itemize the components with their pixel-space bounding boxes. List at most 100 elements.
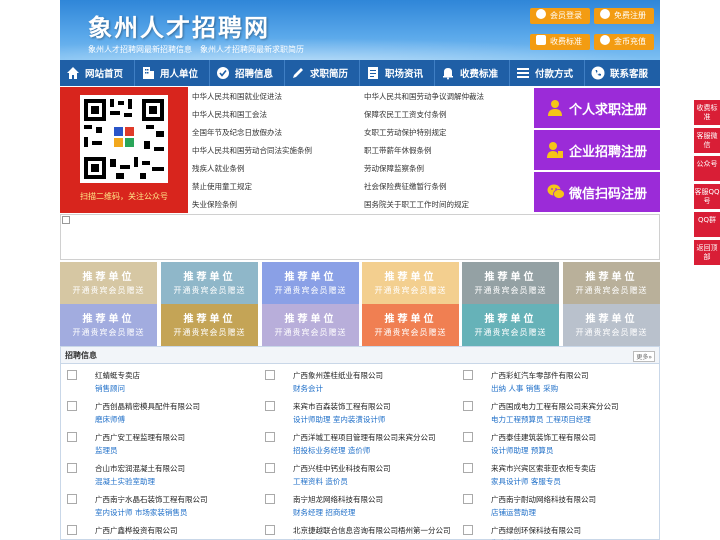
company-register-button[interactable]: 企业招聘注册 <box>534 130 660 170</box>
company-logo-image[interactable] <box>265 370 275 380</box>
site-title[interactable]: 象州人才招聘网 <box>88 8 270 43</box>
job-positions-link[interactable]: 销售顾问 <box>95 383 125 394</box>
recommended-company-tile[interactable]: 推荐单位 开通贵宾会员赠送 <box>462 304 559 346</box>
law-link[interactable]: 失业保险条例 <box>192 196 237 214</box>
company-name-link[interactable]: 广西绿创环保科技有限公司 <box>491 525 581 536</box>
pricing-button[interactable]: 收费标准 <box>530 34 590 50</box>
company-logo-image[interactable] <box>265 401 275 411</box>
job-positions-link[interactable]: 设计师助理 室内装潢设计师 <box>293 414 385 425</box>
more-link[interactable]: 更多» <box>633 351 655 362</box>
company-name-link[interactable]: 广西兴桂中钙业科技有限公司 <box>293 463 391 474</box>
job-positions-link[interactable]: 财务会计 <box>293 383 323 394</box>
company-logo-image[interactable] <box>67 432 77 442</box>
company-logo-image[interactable] <box>67 370 77 380</box>
job-positions-link[interactable]: 室内设计师 市场家装销售员 <box>95 507 187 518</box>
nav-pricing[interactable]: 收费标准 <box>435 60 509 86</box>
company-logo-image[interactable] <box>67 525 77 535</box>
job-positions-link[interactable]: 磨床师傅 <box>95 414 125 425</box>
law-link[interactable]: 女职工劳动保护特别规定 <box>364 124 447 142</box>
ad-banner[interactable] <box>60 214 660 260</box>
nav-employers[interactable]: 用人单位 <box>135 60 209 86</box>
recommended-company-tile[interactable]: 推荐单位 开通贵宾会员赠送 <box>161 262 258 304</box>
recommended-company-tile[interactable]: 推荐单位 开通贵宾会员赠送 <box>60 304 157 346</box>
company-logo-image[interactable] <box>67 401 77 411</box>
company-logo-image[interactable] <box>265 463 275 473</box>
nav-resumes[interactable]: 求职简历 <box>285 60 359 86</box>
login-button[interactable]: 会员登录 <box>530 8 590 24</box>
job-positions-link[interactable]: 工程资料 造价员 <box>293 476 348 487</box>
recommended-company-tile[interactable]: 推荐单位 开通贵宾会员赠送 <box>563 262 660 304</box>
law-link[interactable]: 中华人民共和国劳动争议调解仲裁法 <box>364 88 484 106</box>
float-button[interactable]: 客服QQ号 <box>694 184 720 209</box>
float-button[interactable]: 客服微信 <box>694 128 720 153</box>
company-logo-image[interactable] <box>67 463 77 473</box>
company-logo-image[interactable] <box>67 494 77 504</box>
company-name-link[interactable]: 广西南宁耐动网络科技有限公司 <box>491 494 596 505</box>
company-name-link[interactable]: 合山市宏润混凝土有限公司 <box>95 463 185 474</box>
company-logo-image[interactable] <box>463 401 473 411</box>
law-link[interactable]: 中华人民共和国就业促进法 <box>192 88 282 106</box>
company-name-link[interactable]: 广西南宁水晶石装饰工程有限公司 <box>95 494 208 505</box>
personal-register-button[interactable]: 个人求职注册 <box>534 88 660 128</box>
job-positions-link[interactable]: 财务经理 招商经理 <box>293 507 355 518</box>
company-logo-image[interactable] <box>265 432 275 442</box>
job-positions-link[interactable]: 混凝土实验室助理 <box>95 476 155 487</box>
company-logo-image[interactable] <box>463 370 473 380</box>
company-logo-image[interactable] <box>463 494 473 504</box>
nav-home[interactable]: 网站首页 <box>60 60 134 86</box>
job-positions-link[interactable]: 监理员 <box>95 445 118 456</box>
recommended-company-tile[interactable]: 推荐单位 开通贵宾会员赠送 <box>60 262 157 304</box>
nav-support[interactable]: 联系客服 <box>585 60 659 86</box>
nav-jobs[interactable]: 招聘信息 <box>210 60 284 86</box>
nav-news[interactable]: 职场资讯 <box>360 60 434 86</box>
float-button[interactable]: 收费标准 <box>694 100 720 125</box>
company-logo-image[interactable] <box>265 494 275 504</box>
company-name-link[interactable]: 广西泰佳建筑装饰工程有限公司 <box>491 432 596 443</box>
job-positions-link[interactable]: 设计师助理 预算员 <box>491 445 553 456</box>
company-name-link[interactable]: 来宾市兴宾区索菲亚衣柜专卖店 <box>491 463 596 474</box>
law-link[interactable]: 残疾人就业条例 <box>192 160 245 178</box>
company-name-link[interactable]: 广西广安工程监理有限公司 <box>95 432 185 443</box>
wechat-register-button[interactable]: 微信扫码注册 <box>534 172 660 212</box>
law-link[interactable]: 中华人民共和国劳动合同法实施条例 <box>192 142 312 160</box>
float-button[interactable]: QQ群 <box>694 212 720 237</box>
law-link[interactable]: 禁止使用童工规定 <box>192 178 252 196</box>
company-name-link[interactable]: 红蜻蜓专卖店 <box>95 370 140 381</box>
company-logo-image[interactable] <box>265 525 275 535</box>
job-positions-link[interactable]: 招投标业务经理 造价师 <box>293 445 370 456</box>
recommended-company-tile[interactable]: 推荐单位 开通贵宾会员赠送 <box>262 304 359 346</box>
recommended-company-tile[interactable]: 推荐单位 开通贵宾会员赠送 <box>362 304 459 346</box>
nav-payment[interactable]: 付款方式 <box>510 60 584 86</box>
job-positions-link[interactable]: 电力工程预算员 工程项目经理 <box>491 414 591 425</box>
recommended-company-tile[interactable]: 推荐单位 开通贵宾会员赠送 <box>362 262 459 304</box>
company-name-link[interactable]: 来宾市百森装饰工程有限公司 <box>293 401 391 412</box>
law-link[interactable]: 国务院关于职工工作时间的规定 <box>364 196 469 214</box>
recommended-company-tile[interactable]: 推荐单位 开通贵宾会员赠送 <box>262 262 359 304</box>
law-link[interactable]: 职工带薪年休假条例 <box>364 142 432 160</box>
company-name-link[interactable]: 广西创晶精密模具配件有限公司 <box>95 401 200 412</box>
recommended-company-tile[interactable]: 推荐单位 开通贵宾会员赠送 <box>563 304 660 346</box>
recharge-button[interactable]: 金币充值 <box>594 34 654 50</box>
job-positions-link[interactable]: 出纳 人事 销售 采购 <box>491 383 558 394</box>
company-logo-image[interactable] <box>463 432 473 442</box>
recommended-company-tile[interactable]: 推荐单位 开通贵宾会员赠送 <box>161 304 258 346</box>
company-name-link[interactable]: 广西洋城工程项目管理有限公司来宾分公司 <box>293 432 436 443</box>
law-link[interactable]: 社会保险费征缴暂行条例 <box>364 178 447 196</box>
float-button[interactable]: 返回顶部 <box>694 240 720 265</box>
company-logo-image[interactable] <box>463 525 473 535</box>
company-name-link[interactable]: 北京捷越联合信息咨询有限公司梧州第一分公司 <box>293 525 451 536</box>
company-logo-image[interactable] <box>463 463 473 473</box>
company-name-link[interactable]: 广西彩虹汽车零部件有限公司 <box>491 370 589 381</box>
company-name-link[interactable]: 广西象州莲桂纸业有限公司 <box>293 370 383 381</box>
job-positions-link[interactable]: 家具设计师 客服专员 <box>491 476 561 487</box>
company-name-link[interactable]: 南宁旭龙网络科技有限公司 <box>293 494 383 505</box>
job-positions-link[interactable]: 店铺运营助理 <box>491 507 536 518</box>
company-name-link[interactable]: 广西国成电力工程有限公司来宾分公司 <box>491 401 619 412</box>
register-button[interactable]: 免费注册 <box>594 8 654 24</box>
law-link[interactable]: 保障农民工工资支付条例 <box>364 106 447 124</box>
law-link[interactable]: 劳动保障监察条例 <box>364 160 424 178</box>
law-link[interactable]: 全国年节及纪念日放假办法 <box>192 124 282 142</box>
law-link[interactable]: 中华人民共和国工会法 <box>192 106 267 124</box>
float-button[interactable]: 公众号 <box>694 156 720 181</box>
company-name-link[interactable]: 广西广鑫桦投资有限公司 <box>95 525 178 536</box>
